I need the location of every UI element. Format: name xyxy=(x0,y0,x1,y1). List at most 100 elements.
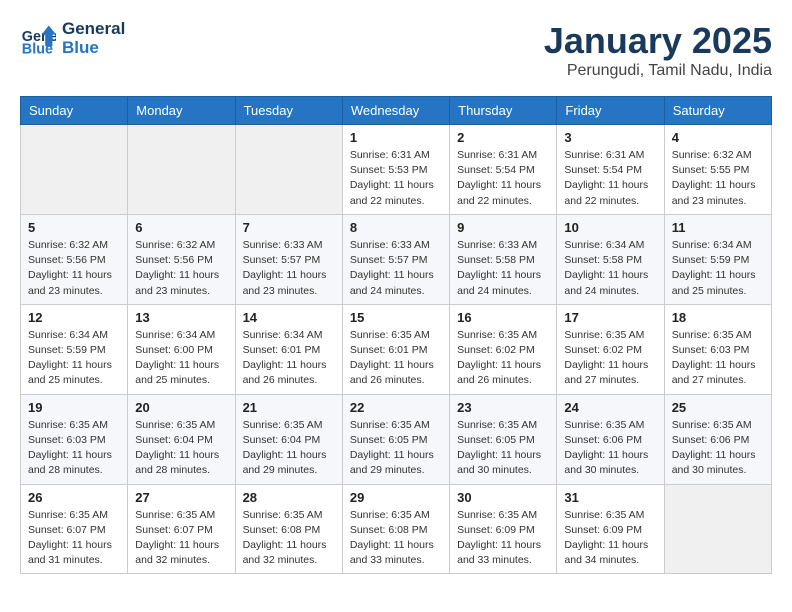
day-info: Sunrise: 6:35 AMSunset: 6:08 PMDaylight:… xyxy=(243,508,335,569)
day-info: Sunrise: 6:35 AMSunset: 6:06 PMDaylight:… xyxy=(564,418,656,479)
calendar-cell xyxy=(128,125,235,215)
week-row-4: 19 Sunrise: 6:35 AMSunset: 6:03 PMDayligh… xyxy=(21,394,772,484)
logo-general: General xyxy=(62,20,125,39)
day-number: 30 xyxy=(457,490,549,505)
calendar-cell xyxy=(235,125,342,215)
calendar-cell: 27 Sunrise: 6:35 AMSunset: 6:07 PMDayligh… xyxy=(128,484,235,574)
day-info: Sunrise: 6:35 AMSunset: 6:08 PMDaylight:… xyxy=(350,508,442,569)
calendar-cell: 22 Sunrise: 6:35 AMSunset: 6:05 PMDayligh… xyxy=(342,394,449,484)
day-info: Sunrise: 6:32 AMSunset: 5:56 PMDaylight:… xyxy=(135,238,227,299)
day-info: Sunrise: 6:33 AMSunset: 5:58 PMDaylight:… xyxy=(457,238,549,299)
day-number: 22 xyxy=(350,400,442,415)
day-number: 19 xyxy=(28,400,120,415)
day-number: 24 xyxy=(564,400,656,415)
day-number: 17 xyxy=(564,310,656,325)
day-number: 20 xyxy=(135,400,227,415)
weekday-header-saturday: Saturday xyxy=(664,97,771,125)
day-info: Sunrise: 6:35 AMSunset: 6:01 PMDaylight:… xyxy=(350,328,442,389)
calendar-cell: 23 Sunrise: 6:35 AMSunset: 6:05 PMDayligh… xyxy=(450,394,557,484)
day-number: 15 xyxy=(350,310,442,325)
day-info: Sunrise: 6:35 AMSunset: 6:09 PMDaylight:… xyxy=(564,508,656,569)
day-info: Sunrise: 6:35 AMSunset: 6:04 PMDaylight:… xyxy=(243,418,335,479)
calendar-cell: 16 Sunrise: 6:35 AMSunset: 6:02 PMDayligh… xyxy=(450,304,557,394)
day-number: 9 xyxy=(457,220,549,235)
day-number: 1 xyxy=(350,130,442,145)
day-number: 2 xyxy=(457,130,549,145)
weekday-header-tuesday: Tuesday xyxy=(235,97,342,125)
calendar-cell: 7Sunrise: 6:33 AMSunset: 5:57 PMDaylight… xyxy=(235,214,342,304)
day-info: Sunrise: 6:35 AMSunset: 6:03 PMDaylight:… xyxy=(672,328,764,389)
calendar-cell: 9 Sunrise: 6:33 AMSunset: 5:58 PMDaylight… xyxy=(450,214,557,304)
day-number: 29 xyxy=(350,490,442,505)
day-number: 13 xyxy=(135,310,227,325)
day-info: Sunrise: 6:35 AMSunset: 6:05 PMDaylight:… xyxy=(457,418,549,479)
day-info: Sunrise: 6:34 AMSunset: 5:59 PMDaylight:… xyxy=(672,238,764,299)
day-number: 21 xyxy=(243,400,335,415)
day-number: 16 xyxy=(457,310,549,325)
calendar-cell: 8Sunrise: 6:33 AMSunset: 5:57 PMDaylight… xyxy=(342,214,449,304)
day-number: 14 xyxy=(243,310,335,325)
day-info: Sunrise: 6:34 AMSunset: 6:01 PMDaylight:… xyxy=(243,328,335,389)
calendar-cell: 28 Sunrise: 6:35 AMSunset: 6:08 PMDayligh… xyxy=(235,484,342,574)
weekday-header-sunday: Sunday xyxy=(21,97,128,125)
day-info: Sunrise: 6:35 AMSunset: 6:02 PMDaylight:… xyxy=(564,328,656,389)
day-number: 25 xyxy=(672,400,764,415)
calendar-cell: 4 Sunrise: 6:32 AMSunset: 5:55 PMDaylight… xyxy=(664,125,771,215)
day-info: Sunrise: 6:31 AMSunset: 5:54 PMDaylight:… xyxy=(564,148,656,209)
page-header: General Blue General Blue January 2025 P… xyxy=(20,20,772,80)
week-row-1: 1Sunrise: 6:31 AMSunset: 5:53 PMDaylight… xyxy=(21,125,772,215)
logo: General Blue General Blue xyxy=(20,20,125,57)
logo-blue: Blue xyxy=(62,39,125,58)
day-info: Sunrise: 6:35 AMSunset: 6:05 PMDaylight:… xyxy=(350,418,442,479)
day-number: 28 xyxy=(243,490,335,505)
day-info: Sunrise: 6:35 AMSunset: 6:06 PMDaylight:… xyxy=(672,418,764,479)
calendar-cell: 10Sunrise: 6:34 AMSunset: 5:58 PMDayligh… xyxy=(557,214,664,304)
calendar-cell: 11 Sunrise: 6:34 AMSunset: 5:59 PMDayligh… xyxy=(664,214,771,304)
day-number: 23 xyxy=(457,400,549,415)
calendar-cell: 21 Sunrise: 6:35 AMSunset: 6:04 PMDayligh… xyxy=(235,394,342,484)
day-info: Sunrise: 6:32 AMSunset: 5:55 PMDaylight:… xyxy=(672,148,764,209)
day-number: 27 xyxy=(135,490,227,505)
day-info: Sunrise: 6:35 AMSunset: 6:07 PMDaylight:… xyxy=(28,508,120,569)
weekday-header-friday: Friday xyxy=(557,97,664,125)
calendar-cell: 25 Sunrise: 6:35 AMSunset: 6:06 PMDayligh… xyxy=(664,394,771,484)
day-number: 18 xyxy=(672,310,764,325)
weekday-header-thursday: Thursday xyxy=(450,97,557,125)
week-row-5: 26 Sunrise: 6:35 AMSunset: 6:07 PMDayligh… xyxy=(21,484,772,574)
calendar-cell: 3 Sunrise: 6:31 AMSunset: 5:54 PMDaylight… xyxy=(557,125,664,215)
calendar-cell: 31 Sunrise: 6:35 AMSunset: 6:09 PMDayligh… xyxy=(557,484,664,574)
day-info: Sunrise: 6:35 AMSunset: 6:02 PMDaylight:… xyxy=(457,328,549,389)
calendar-cell: 26 Sunrise: 6:35 AMSunset: 6:07 PMDayligh… xyxy=(21,484,128,574)
day-info: Sunrise: 6:35 AMSunset: 6:04 PMDaylight:… xyxy=(135,418,227,479)
day-number: 12 xyxy=(28,310,120,325)
calendar-cell: 2 Sunrise: 6:31 AMSunset: 5:54 PMDaylight… xyxy=(450,125,557,215)
day-info: Sunrise: 6:31 AMSunset: 5:54 PMDaylight:… xyxy=(457,148,549,209)
calendar-cell: 15 Sunrise: 6:35 AMSunset: 6:01 PMDayligh… xyxy=(342,304,449,394)
weekday-header-row: SundayMondayTuesdayWednesdayThursdayFrid… xyxy=(21,97,772,125)
day-number: 26 xyxy=(28,490,120,505)
title-section: January 2025 Perungudi, Tamil Nadu, Indi… xyxy=(544,20,772,80)
location-subtitle: Perungudi, Tamil Nadu, India xyxy=(544,62,772,80)
week-row-2: 5Sunrise: 6:32 AMSunset: 5:56 PMDaylight… xyxy=(21,214,772,304)
logo-icon: General Blue xyxy=(20,21,56,57)
day-info: Sunrise: 6:35 AMSunset: 6:03 PMDaylight:… xyxy=(28,418,120,479)
calendar-table: SundayMondayTuesdayWednesdayThursdayFrid… xyxy=(20,96,772,574)
calendar-cell: 18 Sunrise: 6:35 AMSunset: 6:03 PMDayligh… xyxy=(664,304,771,394)
calendar-cell: 14 Sunrise: 6:34 AMSunset: 6:01 PMDayligh… xyxy=(235,304,342,394)
weekday-header-wednesday: Wednesday xyxy=(342,97,449,125)
calendar-cell: 30Sunrise: 6:35 AMSunset: 6:09 PMDayligh… xyxy=(450,484,557,574)
day-number: 11 xyxy=(672,220,764,235)
day-number: 31 xyxy=(564,490,656,505)
calendar-cell: 5Sunrise: 6:32 AMSunset: 5:56 PMDaylight… xyxy=(21,214,128,304)
day-number: 7 xyxy=(243,220,335,235)
calendar-cell xyxy=(21,125,128,215)
day-number: 3 xyxy=(564,130,656,145)
day-info: Sunrise: 6:34 AMSunset: 5:59 PMDaylight:… xyxy=(28,328,120,389)
day-number: 4 xyxy=(672,130,764,145)
weekday-header-monday: Monday xyxy=(128,97,235,125)
calendar-cell: 24 Sunrise: 6:35 AMSunset: 6:06 PMDayligh… xyxy=(557,394,664,484)
calendar-cell: 17 Sunrise: 6:35 AMSunset: 6:02 PMDayligh… xyxy=(557,304,664,394)
month-title: January 2025 xyxy=(544,20,772,62)
day-info: Sunrise: 6:35 AMSunset: 6:07 PMDaylight:… xyxy=(135,508,227,569)
week-row-3: 12 Sunrise: 6:34 AMSunset: 5:59 PMDayligh… xyxy=(21,304,772,394)
